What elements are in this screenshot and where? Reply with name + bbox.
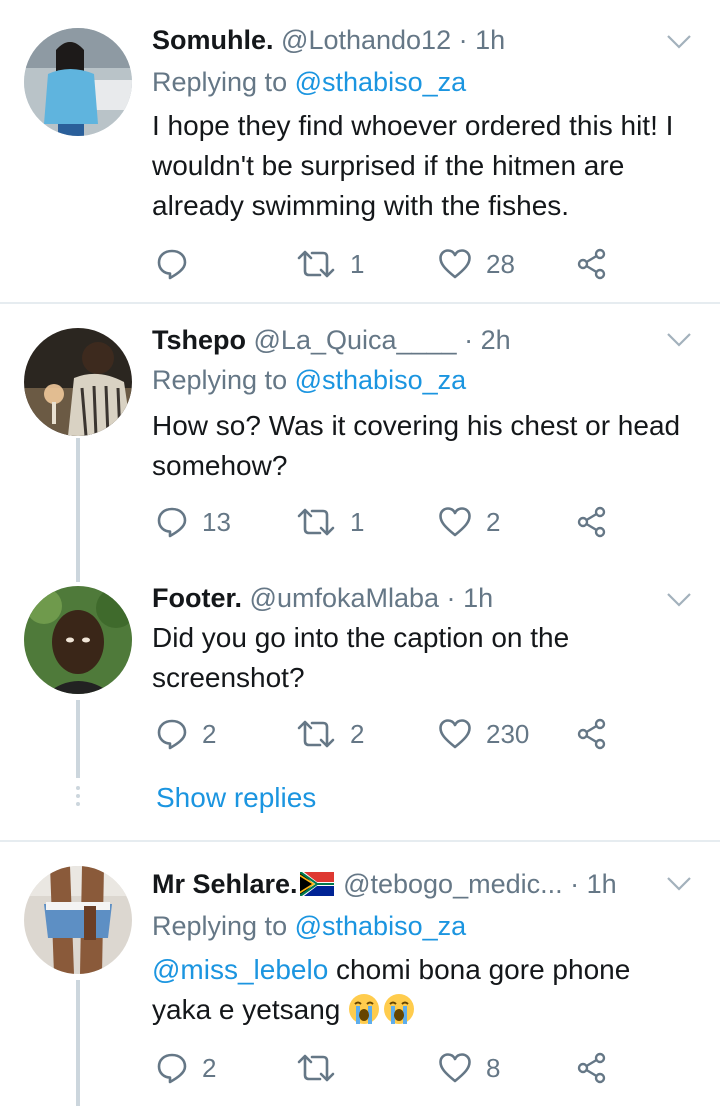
thread-line [76,980,80,1106]
share-icon [577,718,606,750]
share-button[interactable] [576,502,608,542]
timestamp[interactable]: 1h [587,869,617,899]
share-button[interactable] [576,1048,608,1088]
retweet-count: 1 [350,248,365,279]
avatar[interactable] [24,866,132,974]
reply-count: 13 [202,506,231,537]
avatar[interactable] [24,586,132,694]
replying-to-label: Replying to [152,67,288,97]
action-bar: 1 28 [152,244,672,284]
like-count: 8 [486,1052,501,1083]
like-button[interactable]: 230 [438,714,529,754]
heart-icon [439,249,471,279]
timestamp[interactable]: 1h [463,583,493,613]
user-handle[interactable]: @Lothando12 [281,25,451,55]
reply-icon [157,1053,187,1084]
like-count: 2 [486,506,501,537]
reply-count: 2 [202,718,217,749]
action-bar: 2 8 [152,1048,672,1088]
reply-icon [157,249,187,280]
reply-count: 2 [202,1052,217,1083]
tweet-text: How so? Was it covering his chest or hea… [152,410,681,481]
retweet-button[interactable]: 1 [296,502,364,542]
heart-icon [439,719,471,749]
share-button[interactable] [576,244,608,284]
action-bar: 2 2 230 [152,714,672,754]
loudly-crying-face-icon [349,994,380,1024]
chevron-down-icon[interactable] [666,876,692,892]
thread-line [76,700,80,778]
thread-line [76,560,80,582]
action-bar: 13 1 2 [152,502,672,542]
display-name[interactable]: Footer. [152,583,242,613]
separator-dot: · [458,25,468,55]
user-handle[interactable]: @tebogo_medic... [343,869,563,899]
replying-to-label: Replying to [152,365,288,395]
display-name[interactable]: Mr Sehlare. [152,869,298,899]
display-name[interactable]: Somuhle. [152,25,274,55]
retweet-button[interactable] [296,1048,350,1088]
loudly-crying-face-icon [384,994,415,1024]
share-button[interactable] [576,714,608,754]
tweet-text: I hope they find whoever ordered this hi… [152,110,674,221]
like-button[interactable]: 2 [438,502,500,542]
reply-button[interactable]: 2 [156,1048,216,1088]
reply-button[interactable]: 13 [156,502,231,542]
timestamp[interactable]: 2h [481,325,511,355]
heart-icon [439,1053,471,1083]
reply-button[interactable] [156,244,202,284]
separator-dot: · [570,869,580,899]
replying-to-mention[interactable]: @sthabiso_za [295,365,467,395]
avatar[interactable] [24,328,132,436]
tweet[interactable]: Somuhle. @Lothando12 · 1h Replying to @s… [0,0,720,302]
display-name[interactable]: Tshepo [152,325,246,355]
user-handle[interactable]: @La_Quica____ [254,325,457,355]
retweet-icon [297,508,335,536]
separator-dot: · [446,583,456,613]
like-count: 28 [486,248,515,279]
tweet[interactable]: Tshepo @La_Quica____ · 2h Replying to @s… [0,304,720,560]
reply-button[interactable]: 2 [156,714,216,754]
share-icon [577,248,606,280]
show-replies-link[interactable]: Show replies [156,778,316,818]
replying-to: Replying to @sthabiso_za [152,360,466,400]
chevron-down-icon[interactable] [666,34,692,50]
retweet-button[interactable]: 2 [296,714,364,754]
thread-line [76,438,80,560]
retweet-button[interactable]: 1 [296,244,364,284]
reply-icon [157,507,187,538]
replying-to: Replying to @sthabiso_za [152,62,466,102]
share-icon [577,1052,606,1084]
like-button[interactable]: 8 [438,1048,500,1088]
thread-dots [76,786,80,810]
like-count: 230 [486,718,530,749]
tweet[interactable]: Mr Sehlare. @tebogo_medic... · 1h Replyi… [0,842,720,1106]
retweet-count: 1 [350,506,365,537]
like-button[interactable]: 28 [438,244,515,284]
replying-to-label: Replying to [152,911,288,941]
share-icon [577,506,606,538]
chevron-down-icon[interactable] [666,332,692,348]
replying-to-mention[interactable]: @sthabiso_za [295,67,467,97]
tweet-text: @miss_lebelo chomi bona gore phone yaka … [152,950,692,1030]
tweet[interactable]: Footer. @umfokaMlaba · 1h Did you go int… [0,560,720,840]
mention-link[interactable]: @miss_lebelo [152,954,328,985]
reply-icon [157,719,187,750]
user-handle[interactable]: @umfokaMlaba [250,583,440,613]
tweet-text: Did you go into the caption on the scree… [152,622,570,693]
heart-icon [439,507,471,537]
retweet-icon [297,720,335,748]
separator-dot: · [464,325,474,355]
timestamp[interactable]: 1h [475,25,505,55]
retweet-icon [297,1054,335,1082]
retweet-icon [297,250,335,278]
replying-to-mention[interactable]: @sthabiso_za [295,911,467,941]
avatar[interactable] [24,28,132,136]
south-africa-flag-icon [299,871,334,896]
chevron-down-icon[interactable] [666,592,692,608]
replying-to: Replying to @sthabiso_za [152,906,466,946]
retweet-count: 2 [350,718,365,749]
